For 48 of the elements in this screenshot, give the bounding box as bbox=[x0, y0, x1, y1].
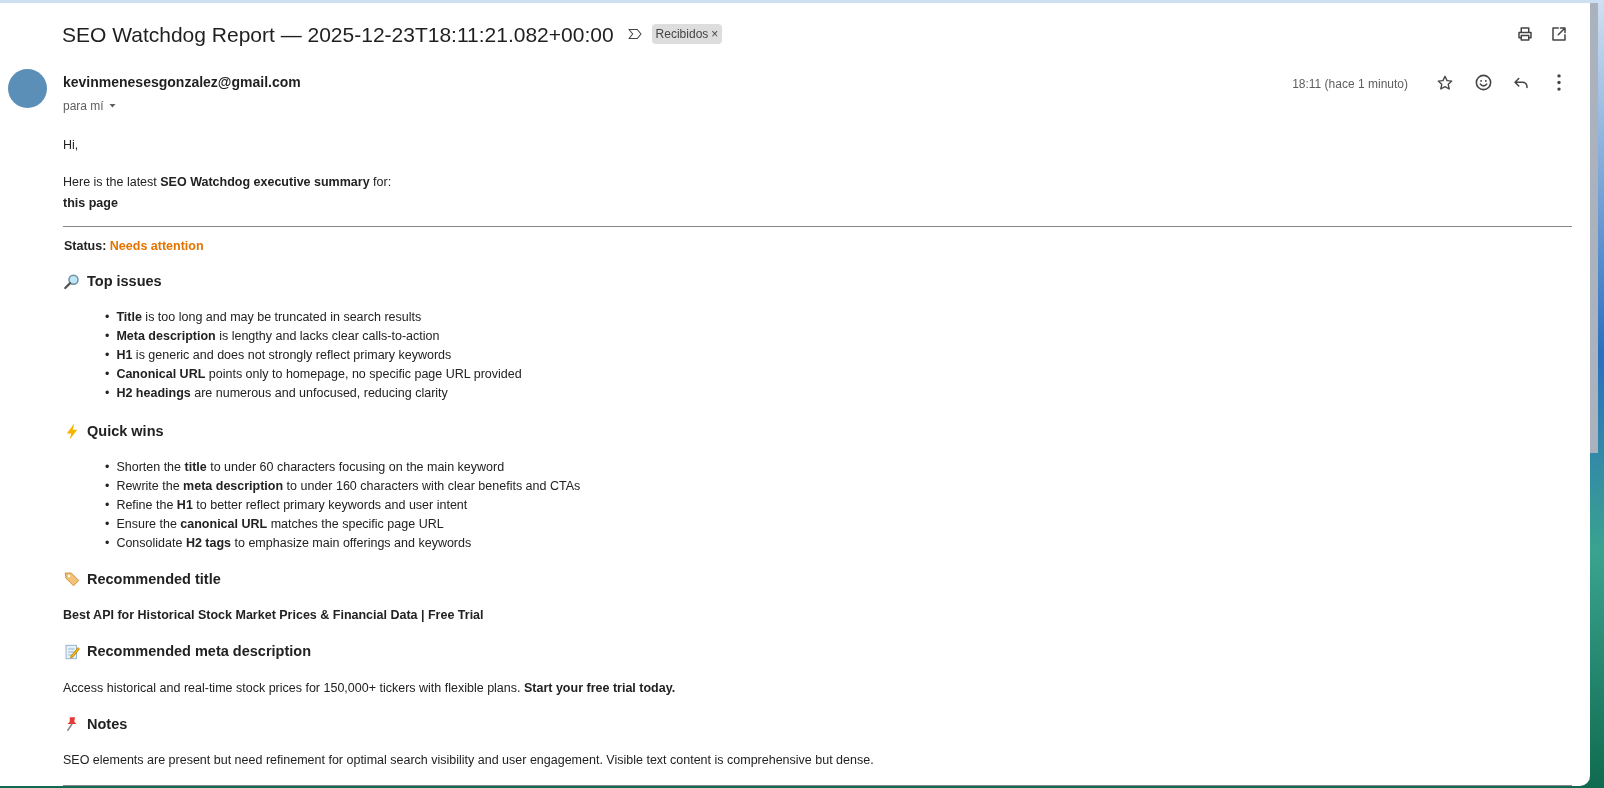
bullet-marker: • bbox=[105, 346, 110, 364]
section-heading: Top issues bbox=[87, 272, 162, 291]
recipient-dropdown[interactable]: para mí bbox=[63, 96, 301, 115]
email-time: 18:11 (hace 1 minuto) bbox=[1292, 75, 1408, 93]
page-reference: this page bbox=[63, 194, 119, 212]
intro-text: Here is the latest SEO Watchdog executive summary for: bbox=[63, 173, 393, 191]
external-link-icon bbox=[1550, 25, 1568, 44]
list-item: Title is too long and may be truncated in search results bbox=[116, 308, 422, 326]
list-item: Ensure the canonical URL matches the specific page URL bbox=[116, 515, 444, 533]
bullet-marker: • bbox=[105, 496, 110, 514]
smiley-icon bbox=[1473, 73, 1493, 93]
list-item: Meta description is lengthy and lacks clear calls-to-action bbox=[116, 327, 440, 345]
avatar-placeholder bbox=[8, 68, 47, 108]
print-icon bbox=[1516, 25, 1534, 44]
recommended-meta-text: Access historical and real-time stock prices for 150,000+ tickers with flexible plans. Start your free trial today. bbox=[63, 679, 677, 697]
label-text: Recibidos bbox=[655, 26, 709, 44]
scrollbar[interactable] bbox=[1590, 3, 1598, 453]
list-item: Consolidate H2 tags to emphasize main offerings and keywords bbox=[116, 534, 472, 552]
remove-label-button[interactable]: × bbox=[708, 28, 719, 41]
memo-icon bbox=[63, 642, 81, 661]
notes-text: SEO elements are present but need refinement for optimal search visibility and user engagement. Visible text content is comprehensive but dense. bbox=[63, 752, 875, 770]
section-heading: Notes bbox=[87, 714, 128, 734]
section-heading: Quick wins bbox=[87, 421, 164, 441]
bullet-marker: • bbox=[105, 384, 110, 402]
greeting-text: Hi, bbox=[63, 137, 80, 154]
section-heading: Recommended meta description bbox=[87, 642, 311, 661]
more-icon bbox=[1557, 74, 1561, 92]
bullet-marker: • bbox=[105, 458, 110, 476]
list-item: H1 is generic and does not strongly reflect primary keywords bbox=[116, 346, 452, 364]
sender-email: kevinmenesesgonzalez@gmail.com bbox=[63, 72, 301, 92]
list-item: Shorten the title to under 60 characters focusing on the main keyword bbox=[116, 458, 505, 476]
magnifier-icon bbox=[63, 272, 81, 291]
recommended-title-text: Best API for Historical Stock Market Prices & Financial Data | Free Trial bbox=[63, 607, 485, 625]
email-subject: SEO Watchdog Report — 2025-12-23T18:11:21.082+00:00 bbox=[62, 21, 614, 47]
bullet-marker: • bbox=[105, 327, 110, 345]
bullet-marker: • bbox=[105, 308, 110, 326]
list-item: H2 headings are numerous and unfocused, reducing clarity bbox=[116, 384, 448, 402]
section-heading: Recommended title bbox=[87, 569, 221, 589]
bullet-marker: • bbox=[105, 365, 110, 383]
bullet-marker: • bbox=[105, 515, 110, 533]
list-item: Rewrite the meta description to under 160 characters with clear benefits and CTAs bbox=[116, 477, 581, 495]
status-text: Status: Needs attention bbox=[64, 238, 205, 256]
star-icon bbox=[1436, 73, 1454, 92]
list-item: Refine the H1 to better reflect primary keywords and user intent bbox=[116, 496, 468, 514]
list-item: Canonical URL points only to homepage, no specific page URL provided bbox=[116, 365, 522, 383]
bullet-marker: • bbox=[105, 477, 110, 495]
tag-icon bbox=[63, 570, 81, 589]
bullet-marker: • bbox=[105, 534, 110, 552]
